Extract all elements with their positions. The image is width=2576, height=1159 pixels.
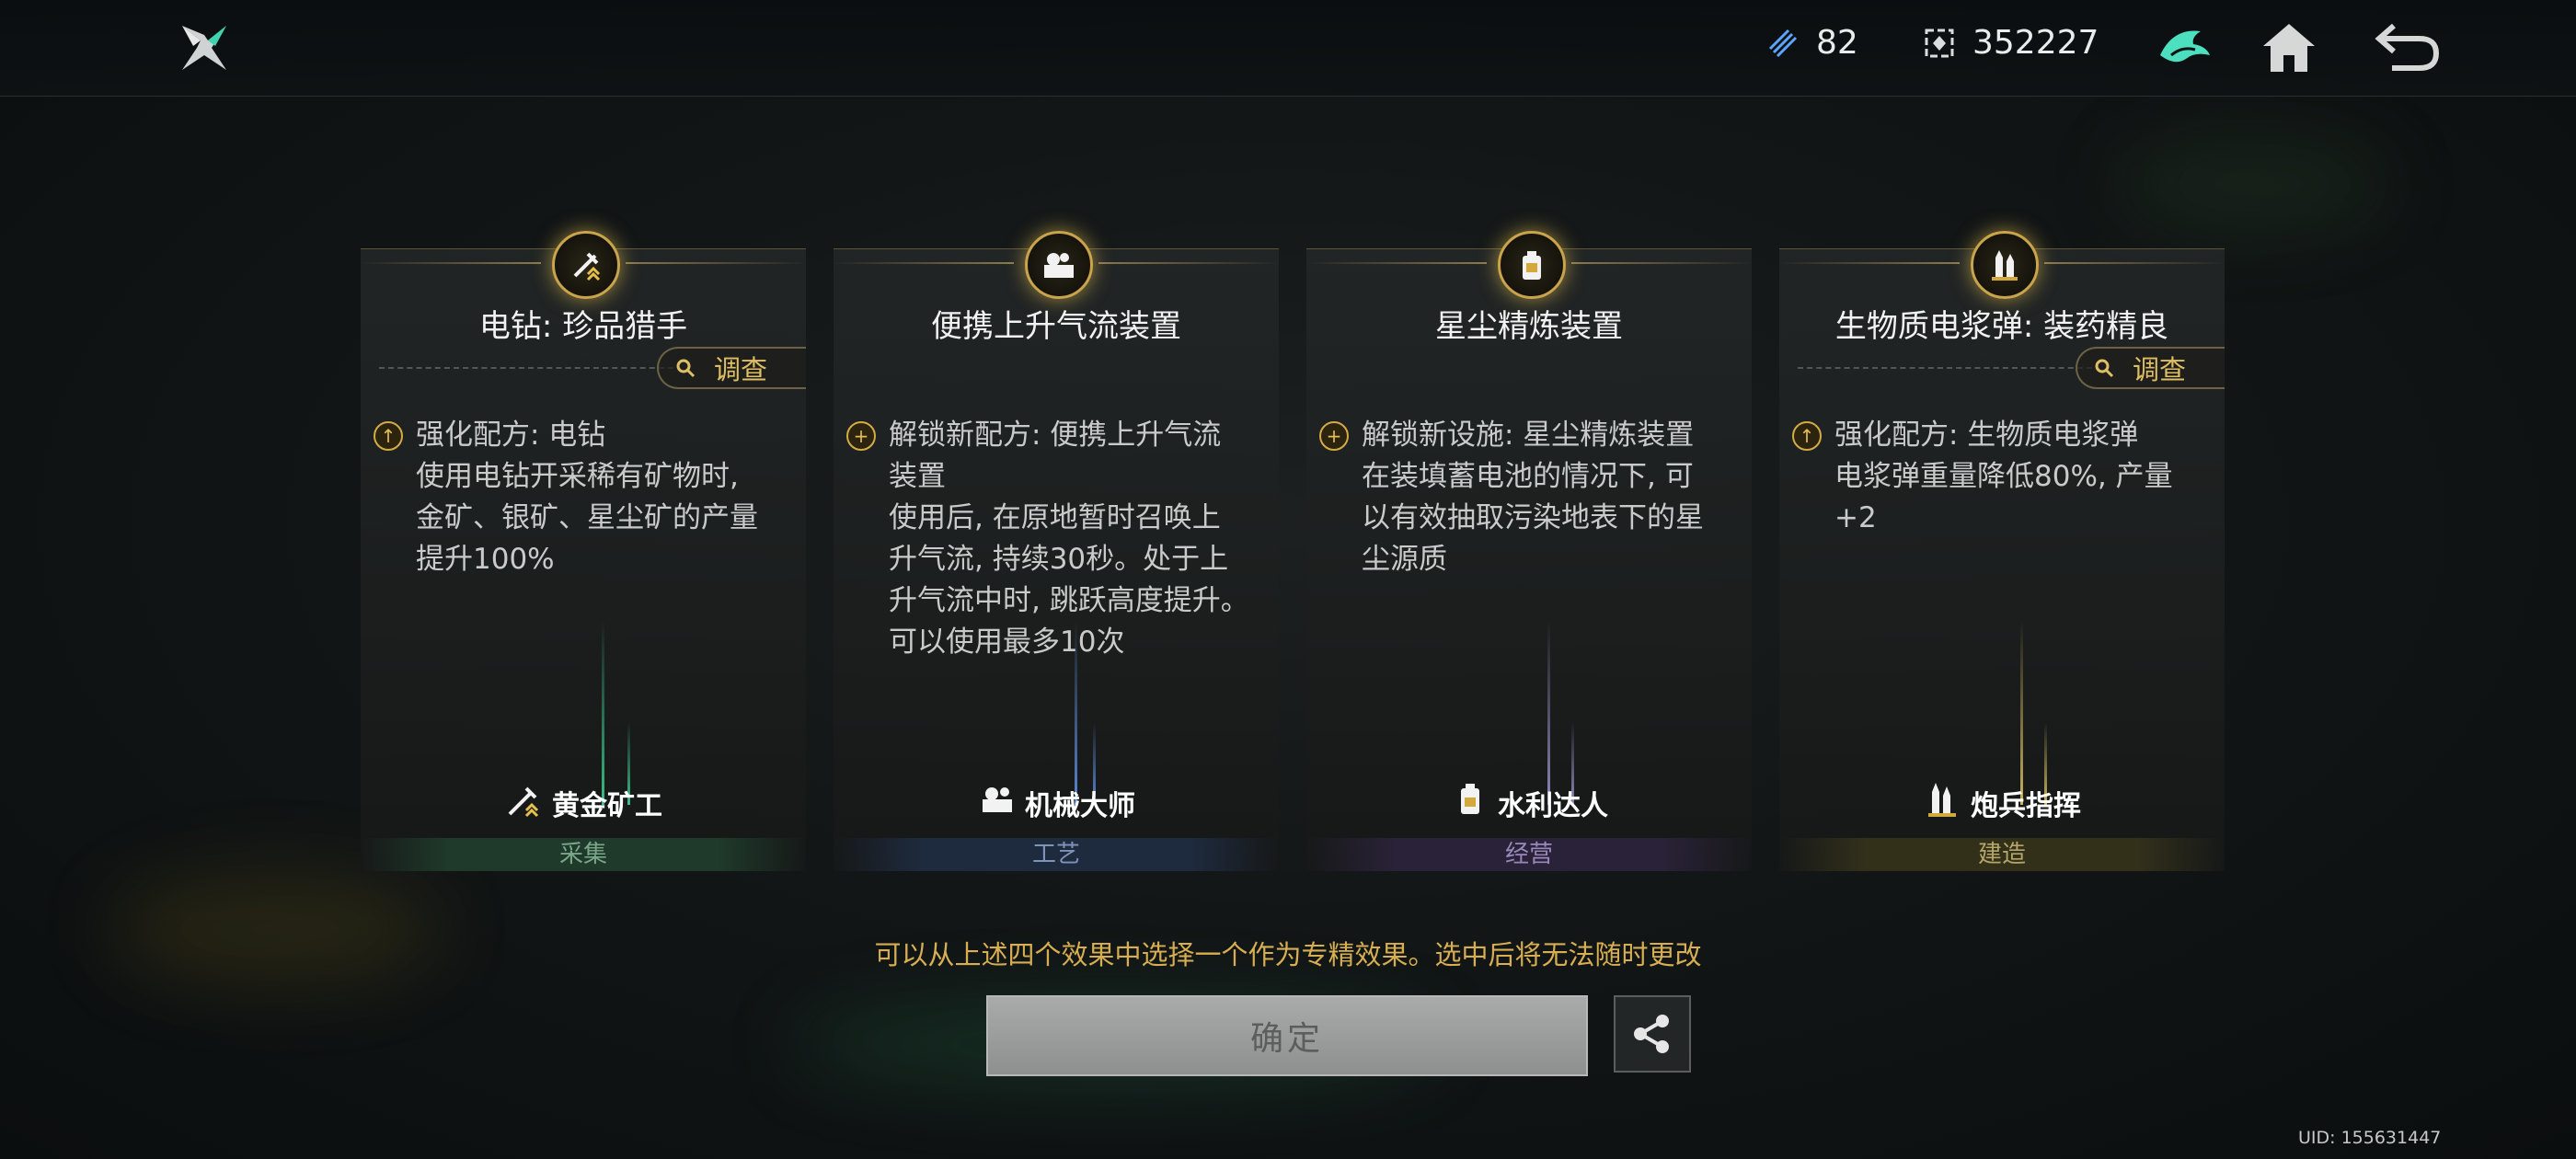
description-line: 金矿、银矿、星尘矿的产量 (416, 501, 758, 534)
card-description: ↑ 强化配方: 电钻使用电钻开采稀有矿物时, 金矿、银矿、星尘矿的产量 提升100% (374, 415, 784, 580)
card-ornament-line (834, 262, 1014, 264)
description-line: 以有效抽取污染地表下的星 (1362, 501, 1704, 534)
role-name: 机械大师 (1025, 790, 1135, 822)
water-tank-icon (1450, 779, 1490, 827)
description-line: +2 (1834, 501, 1877, 534)
card-ornament-line (1306, 262, 1487, 264)
card-ornament-line (361, 262, 541, 264)
card-emblem-icon (552, 231, 620, 299)
card-ornament-line (1779, 262, 1960, 264)
card-description: + 解锁新配方: 便携上升气流 装置使用后, 在原地暂时召唤上 升气流, 持续30秒。… (846, 415, 1257, 663)
survey-button[interactable]: 调查 (657, 347, 806, 389)
card-title: 星尘精炼装置 (1435, 308, 1623, 345)
unlock-plus-icon: + (1319, 421, 1349, 451)
light-beam (1075, 621, 1077, 805)
role-name: 黄金矿工 (552, 790, 662, 822)
description-line: 解锁新设施: 星尘精炼装置 (1362, 419, 1695, 452)
dashed-divider (1798, 367, 2092, 369)
role-label: 黄金矿工 (361, 779, 806, 827)
card-description: + 解锁新设施: 星尘精炼装置 在装填蓄电池的情况下, 可以有效抽取污染地表下的星尘… (1319, 415, 1730, 580)
upgrade-arrow-icon: ↑ (374, 421, 403, 451)
specialization-card[interactable]: 电钻: 珍品猎手 调查 ↑ 强化配方: 电钻使用电钻开采稀有矿物时, 金矿、银矿、星尘矿… (361, 231, 806, 871)
home-button[interactable] (2254, 13, 2324, 83)
light-beam (602, 621, 604, 805)
gear-machine-icon (977, 779, 1018, 827)
description-line: 可以使用最多10次 (889, 625, 1125, 659)
currency-counter: 352227 (1921, 24, 2099, 62)
description-line: 电浆弹重量降低80%, 产量 (1834, 460, 2173, 493)
card-title: 生物质电浆弹: 装药精良 (1834, 308, 2169, 345)
specialization-card[interactable]: 生物质电浆弹: 装药精良调查 ↑ 强化配方: 生物质电浆弹电浆弹重量降低80%, 产… (1779, 231, 2225, 871)
user-id: UID: 155631447 (2298, 1128, 2442, 1148)
category-tag: 建造 (1779, 838, 2225, 871)
survey-label: 调查 (714, 354, 768, 385)
upgrade-arrow-icon: ↑ (1792, 421, 1822, 451)
card-emblem-icon (1971, 231, 2039, 299)
description-line: 强化配方: 生物质电浆弹 (1834, 419, 2139, 452)
role-label: 机械大师 (834, 779, 1279, 827)
description-line: 在装填蓄电池的情况下, 可 (1362, 460, 1694, 493)
selection-hint: 可以从上述四个效果中选择一个作为专精效果。选中后将无法随时更改 (874, 939, 1702, 970)
dashed-divider (379, 367, 673, 369)
share-button[interactable] (1614, 995, 1691, 1073)
role-name: 炮兵指挥 (1971, 790, 2081, 822)
role-label: 水利达人 (1306, 779, 1752, 827)
card-emblem-icon (1025, 231, 1093, 299)
card-ornament-line (2044, 262, 2225, 264)
currency-value: 352227 (1972, 24, 2099, 62)
specialization-card[interactable]: 便携上升气流装置 + 解锁新配方: 便携上升气流 装置使用后, 在原地暂时召唤上 升气流… (834, 231, 1279, 871)
share-icon (1634, 1015, 1669, 1053)
card-description: ↑ 强化配方: 生物质电浆弹电浆弹重量降低80%, 产量 +2 (1792, 415, 2202, 539)
unlock-plus-icon: + (846, 421, 876, 451)
energy-value: 82 (1816, 24, 1858, 62)
description-line: 使用电钻开采稀有矿物时, (416, 460, 739, 493)
description-line: 升气流, 持续30秒。处于上 (889, 543, 1229, 576)
top-bar: 82 352227 (0, 0, 2576, 97)
energy-counter: 82 (1765, 24, 1858, 62)
specialization-card[interactable]: 星尘精炼装置 + 解锁新设施: 星尘精炼装置 在装填蓄电池的情况下, 可以有效抽取污染… (1306, 231, 1752, 871)
search-icon (676, 359, 696, 378)
description-line: 使用后, 在原地暂时召唤上 (889, 501, 1221, 534)
card-ornament-line (1098, 262, 1279, 264)
role-label: 炮兵指挥 (1779, 779, 2225, 827)
back-arrow-icon (2375, 23, 2440, 71)
faction-icon[interactable] (2149, 13, 2219, 83)
survey-label: 调查 (2133, 354, 2187, 385)
description-line: 升气流中时, 跳跃高度提升。 (889, 584, 1249, 617)
home-icon (2263, 24, 2315, 72)
category-tag: 采集 (361, 838, 806, 871)
card-ornament-line (626, 262, 806, 264)
role-name: 水利达人 (1498, 790, 1608, 822)
game-logo-icon[interactable] (175, 18, 234, 77)
description-line: 尘源质 (1362, 543, 1447, 576)
search-icon (2095, 359, 2114, 378)
category-tag: 工艺 (834, 838, 1279, 871)
card-title: 便携上升气流装置 (931, 308, 1181, 345)
description-line: 装置 (889, 460, 946, 493)
category-tag: 经营 (1306, 838, 1752, 871)
back-button[interactable] (2374, 13, 2444, 83)
description-line: 强化配方: 电钻 (416, 419, 606, 452)
light-beam (1547, 621, 1550, 805)
description-line: 提升100% (416, 543, 555, 576)
description-line: 解锁新配方: 便携上升气流 (889, 419, 1222, 452)
energy-icon (1768, 29, 1798, 57)
survey-button[interactable]: 调查 (2076, 347, 2225, 389)
confirm-button[interactable]: 确定 (986, 995, 1588, 1076)
crystal-currency-icon (1925, 29, 1954, 57)
light-beam (2020, 621, 2023, 805)
drill-icon (504, 779, 545, 827)
card-emblem-icon (1498, 231, 1566, 299)
card-title: 电钻: 珍品猎手 (478, 308, 688, 345)
background-glow (2116, 138, 2392, 230)
shells-icon (1923, 779, 1963, 827)
card-ornament-line (1571, 262, 1752, 264)
